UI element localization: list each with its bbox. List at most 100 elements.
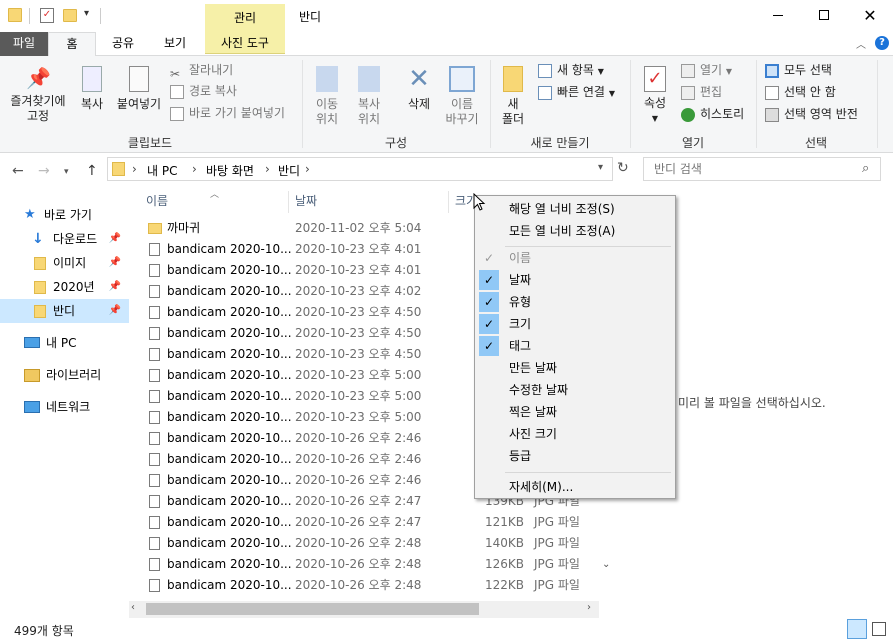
customize-quick-access-icon[interactable]: ▾ [84, 8, 89, 19]
star-icon: ★ [24, 207, 36, 222]
nav-item-2020[interactable]: 2020년 📌 [0, 275, 129, 299]
breadcrumb-bandi[interactable]: 반디 [278, 162, 300, 179]
copy-to-button[interactable]: 복사 위치 [350, 66, 388, 127]
copy-button[interactable]: 복사 [72, 66, 112, 112]
paste-button[interactable]: 붙여넣기 [112, 66, 166, 112]
menu-item-label: 태그 [509, 339, 532, 353]
open-button[interactable]: 열기 ▼ [681, 60, 732, 80]
menu-item-column[interactable]: ✓ 태그 [475, 335, 675, 357]
close-button[interactable]: ✕ [847, 0, 893, 30]
tab-file[interactable]: 파일 [0, 32, 48, 56]
search-input[interactable]: 반디 검색 [643, 157, 881, 181]
menu-item-size-all-columns[interactable]: 모든 열 너비 조정(A) [475, 220, 675, 242]
edit-button[interactable]: 편집 [681, 82, 722, 102]
address-dropdown-icon[interactable]: ▾ [598, 162, 603, 173]
rename-button[interactable]: 이름 바꾸기 [442, 66, 482, 127]
file-row[interactable]: bandicam 2020-10... 2020-10-26 오후 2:48 126… [129, 554, 599, 575]
menu-item-more[interactable]: 자세히(M)... [475, 476, 675, 498]
divider [288, 191, 289, 213]
select-all-button[interactable]: 모두 선택 [765, 60, 832, 80]
recent-locations-icon[interactable]: ▾ [64, 167, 69, 177]
maximize-icon [819, 10, 829, 20]
menu-item-column[interactable]: 찍은 날짜 [475, 401, 675, 423]
minimize-button[interactable] [755, 0, 801, 30]
tab-manage[interactable]: 관리 [205, 4, 285, 32]
file-type: JPG 파일 [534, 536, 580, 550]
tab-photo-tools[interactable]: 사진 도구 [205, 32, 285, 54]
new-item-button[interactable]: 새 항목 ▼ [538, 60, 604, 80]
large-icons-view-icon[interactable] [872, 622, 886, 636]
image-file-icon [149, 369, 160, 382]
file-date: 2020-10-26 오후 2:46 [295, 452, 422, 466]
folder-icon [8, 8, 22, 22]
file-row[interactable]: bandicam 2020-10... 2020-10-26 오후 2:47 121… [129, 512, 599, 533]
copy-icon [82, 66, 102, 92]
nav-item-images[interactable]: 이미지 📌 [0, 251, 129, 275]
breadcrumb-this-pc[interactable]: 내 PC [147, 162, 177, 179]
scrollbar-thumb[interactable] [146, 603, 479, 615]
easy-access-button[interactable]: 빠른 연결 ▼ [538, 82, 615, 102]
column-header-date[interactable]: 날짜 [295, 189, 317, 213]
invert-selection-button[interactable]: 선택 영역 반전 [765, 104, 858, 124]
scroll-left-icon[interactable]: ‹ [131, 602, 135, 613]
menu-item-column[interactable]: 등급 [475, 445, 675, 467]
pin-quick-access-button[interactable]: 📌 즐겨찾기에 고정 [4, 66, 72, 124]
details-view-icon[interactable] [847, 619, 867, 639]
menu-item-column[interactable]: ✓ 날짜 [475, 269, 675, 291]
breadcrumb-desktop[interactable]: 바탕 화면 [206, 162, 254, 179]
open-icon [681, 63, 695, 78]
properties-button[interactable]: ✓ 속성 ▼ [638, 66, 672, 126]
delete-icon: ✕ [408, 64, 430, 94]
collapse-ribbon-icon[interactable]: ︿ [856, 36, 866, 51]
history-button[interactable]: 히스토리 [681, 104, 744, 124]
image-file-icon [149, 390, 160, 403]
chevron-down-icon[interactable]: ⌄ [602, 559, 610, 570]
tab-home[interactable]: 홈 [48, 32, 96, 57]
menu-item-column[interactable]: 만든 날짜 [475, 357, 675, 379]
forward-arrow-icon[interactable]: → [38, 163, 50, 179]
menu-item-column[interactable]: ✓ 유형 [475, 291, 675, 313]
tab-view[interactable]: 보기 [152, 32, 198, 56]
breadcrumb-separator: › [132, 162, 137, 176]
menu-item-column[interactable]: 수정한 날짜 [475, 379, 675, 401]
nav-this-pc[interactable]: 내 PC [0, 331, 129, 355]
menu-item-column[interactable]: 사진 크기 [475, 423, 675, 445]
column-header-name[interactable]: 이름 [146, 189, 168, 213]
move-to-button[interactable]: 이동 위치 [308, 66, 346, 127]
copy-to-label: 복사 위치 [357, 97, 381, 126]
menu-item-size-column[interactable]: 해당 열 너비 조정(S) [475, 198, 675, 220]
horizontal-scrollbar[interactable]: ‹ › [129, 601, 599, 618]
pin-icon: 📌 [108, 305, 121, 316]
edit-icon [681, 85, 695, 100]
up-arrow-icon[interactable]: ↑ [86, 163, 98, 179]
nav-item-bandi[interactable]: 반디 📌 [0, 299, 129, 323]
help-icon[interactable]: ? [875, 36, 889, 50]
menu-item-column[interactable]: ✓ 크기 [475, 313, 675, 335]
nav-quick-access[interactable]: ★ 바로 가기 [0, 203, 129, 227]
nav-libraries[interactable]: 라이브러리 [0, 363, 129, 387]
nav-network[interactable]: 네트워크 [0, 395, 129, 419]
file-row[interactable]: bandicam 2020-10... 2020-10-26 오후 2:48 122… [129, 575, 599, 594]
tab-share[interactable]: 공유 [100, 32, 146, 56]
back-arrow-icon[interactable]: ← [12, 163, 24, 179]
nav-item-downloads[interactable]: ↓ 다운로드 📌 [0, 227, 129, 251]
copy-path-button[interactable]: 경로 복사 [170, 81, 237, 101]
select-none-button[interactable]: 선택 안 함 [765, 82, 836, 102]
address-bar[interactable]: › 내 PC › 바탕 화면 › 반디 › ▾ [107, 157, 613, 181]
file-row[interactable]: bandicam 2020-10... 2020-10-26 오후 2:48 140… [129, 533, 599, 554]
image-file-icon [149, 453, 160, 466]
maximize-button[interactable] [801, 0, 847, 30]
cut-button[interactable]: ✂ 잘라내기 [170, 60, 233, 81]
ribbon: 📌 즐겨찾기에 고정 복사 붙여넣기 ✂ 잘라내기 경로 복사 바로 가기 붙여넣… [0, 56, 893, 153]
menu-item-column: ✓ 이름 [475, 247, 675, 269]
paste-shortcut-button[interactable]: 바로 가기 붙여넣기 [170, 103, 285, 123]
easy-access-icon [538, 85, 552, 100]
new-folder-quick-icon[interactable] [63, 9, 77, 22]
delete-button[interactable]: ✕ 삭제 [400, 66, 438, 112]
menu-item-label: 이름 [509, 251, 532, 265]
properties-quick-icon[interactable]: ✓ [40, 8, 54, 23]
new-folder-button[interactable]: 새 폴더 [498, 66, 528, 127]
refresh-icon[interactable]: ↻ [617, 160, 629, 176]
file-date: 2020-10-26 오후 2:46 [295, 431, 422, 445]
scroll-right-icon[interactable]: › [587, 602, 591, 613]
